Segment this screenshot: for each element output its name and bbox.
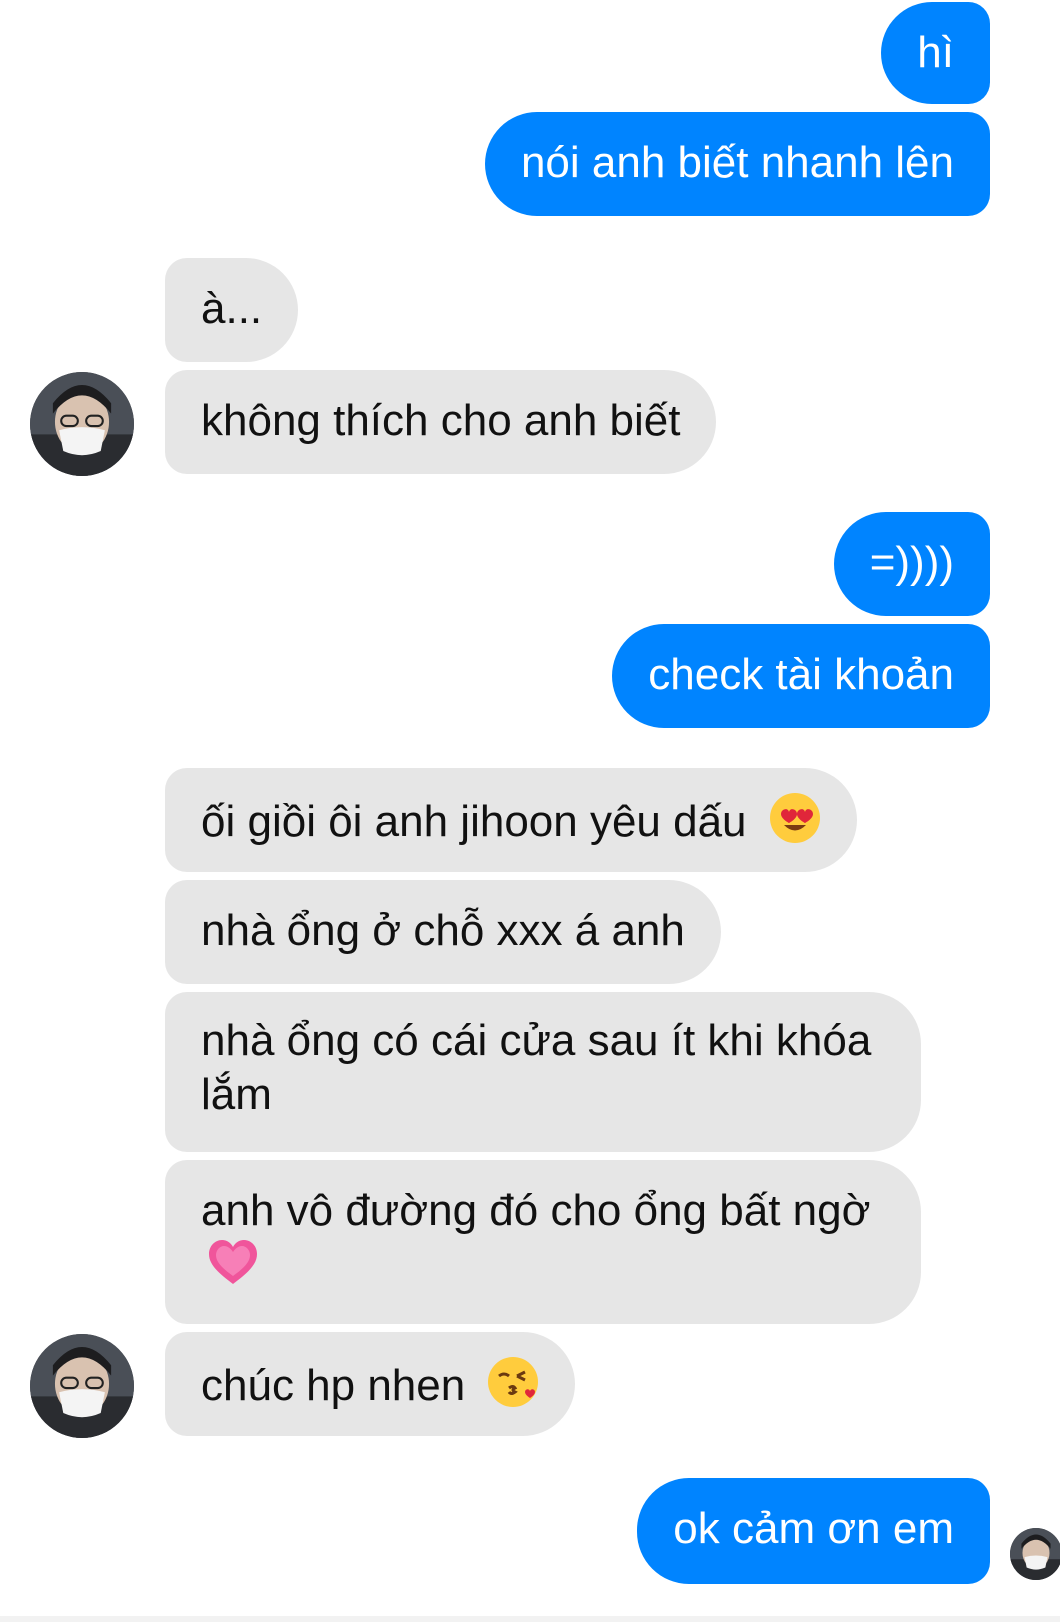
message-text: anh vô đường đó cho ổng bất ngờ [201,1186,871,1235]
outgoing-message[interactable]: ok cảm ơn em [637,1478,990,1584]
incoming-message[interactable]: chúc hp nhen [165,1332,576,1436]
message-text: không thích cho anh biết [201,396,681,445]
message-text: nói anh biết nhanh lên [520,138,954,187]
divider [0,1616,1060,1622]
message-text: chúc hp nhen [201,1361,466,1411]
message-text: check tài khoản [648,650,954,699]
seen-indicator-avatar [1010,1528,1060,1580]
masked-person-avatar-icon [1010,1528,1060,1580]
outgoing-message[interactable]: nói anh biết nhanh lên [484,112,990,216]
message-text: hì [917,28,954,77]
contact-avatar[interactable] [30,1334,134,1438]
incoming-message[interactable]: ối giồi ôi anh jihoon yêu dấu [165,768,857,872]
outgoing-message[interactable]: hì [881,2,990,104]
contact-avatar[interactable] [30,372,134,476]
outgoing-message[interactable]: check tài khoản [612,624,990,728]
outgoing-message[interactable]: =)))) [833,512,990,616]
kiss-wink-emoji-icon [487,1356,539,1421]
message-text: ối giồi ôi anh jihoon yêu dấu [201,797,747,847]
masked-person-avatar-icon [30,372,134,476]
masked-person-avatar-icon [30,1334,134,1438]
message-text: =)))) [869,538,954,587]
incoming-message[interactable]: nhà ổng có cái cửa sau ít khi khóa lắm [165,992,921,1152]
incoming-message[interactable]: nhà ổng ở chỗ xxx á anh [165,880,721,984]
incoming-message[interactable]: anh vô đường đó cho ổng bất ngờ [165,1160,921,1324]
message-text: à... [201,284,263,333]
pink-heart-emoji-icon [207,1238,259,1301]
incoming-message[interactable]: à... [165,258,299,362]
incoming-message[interactable]: không thích cho anh biết [165,370,717,474]
message-text: nhà ổng ở chỗ xxx á anh [201,906,685,955]
message-text: nhà ổng có cái cửa sau ít khi khóa lắm [201,1016,872,1119]
heart-eyes-emoji-icon [769,792,821,857]
message-text: ok cảm ơn em [673,1504,954,1553]
